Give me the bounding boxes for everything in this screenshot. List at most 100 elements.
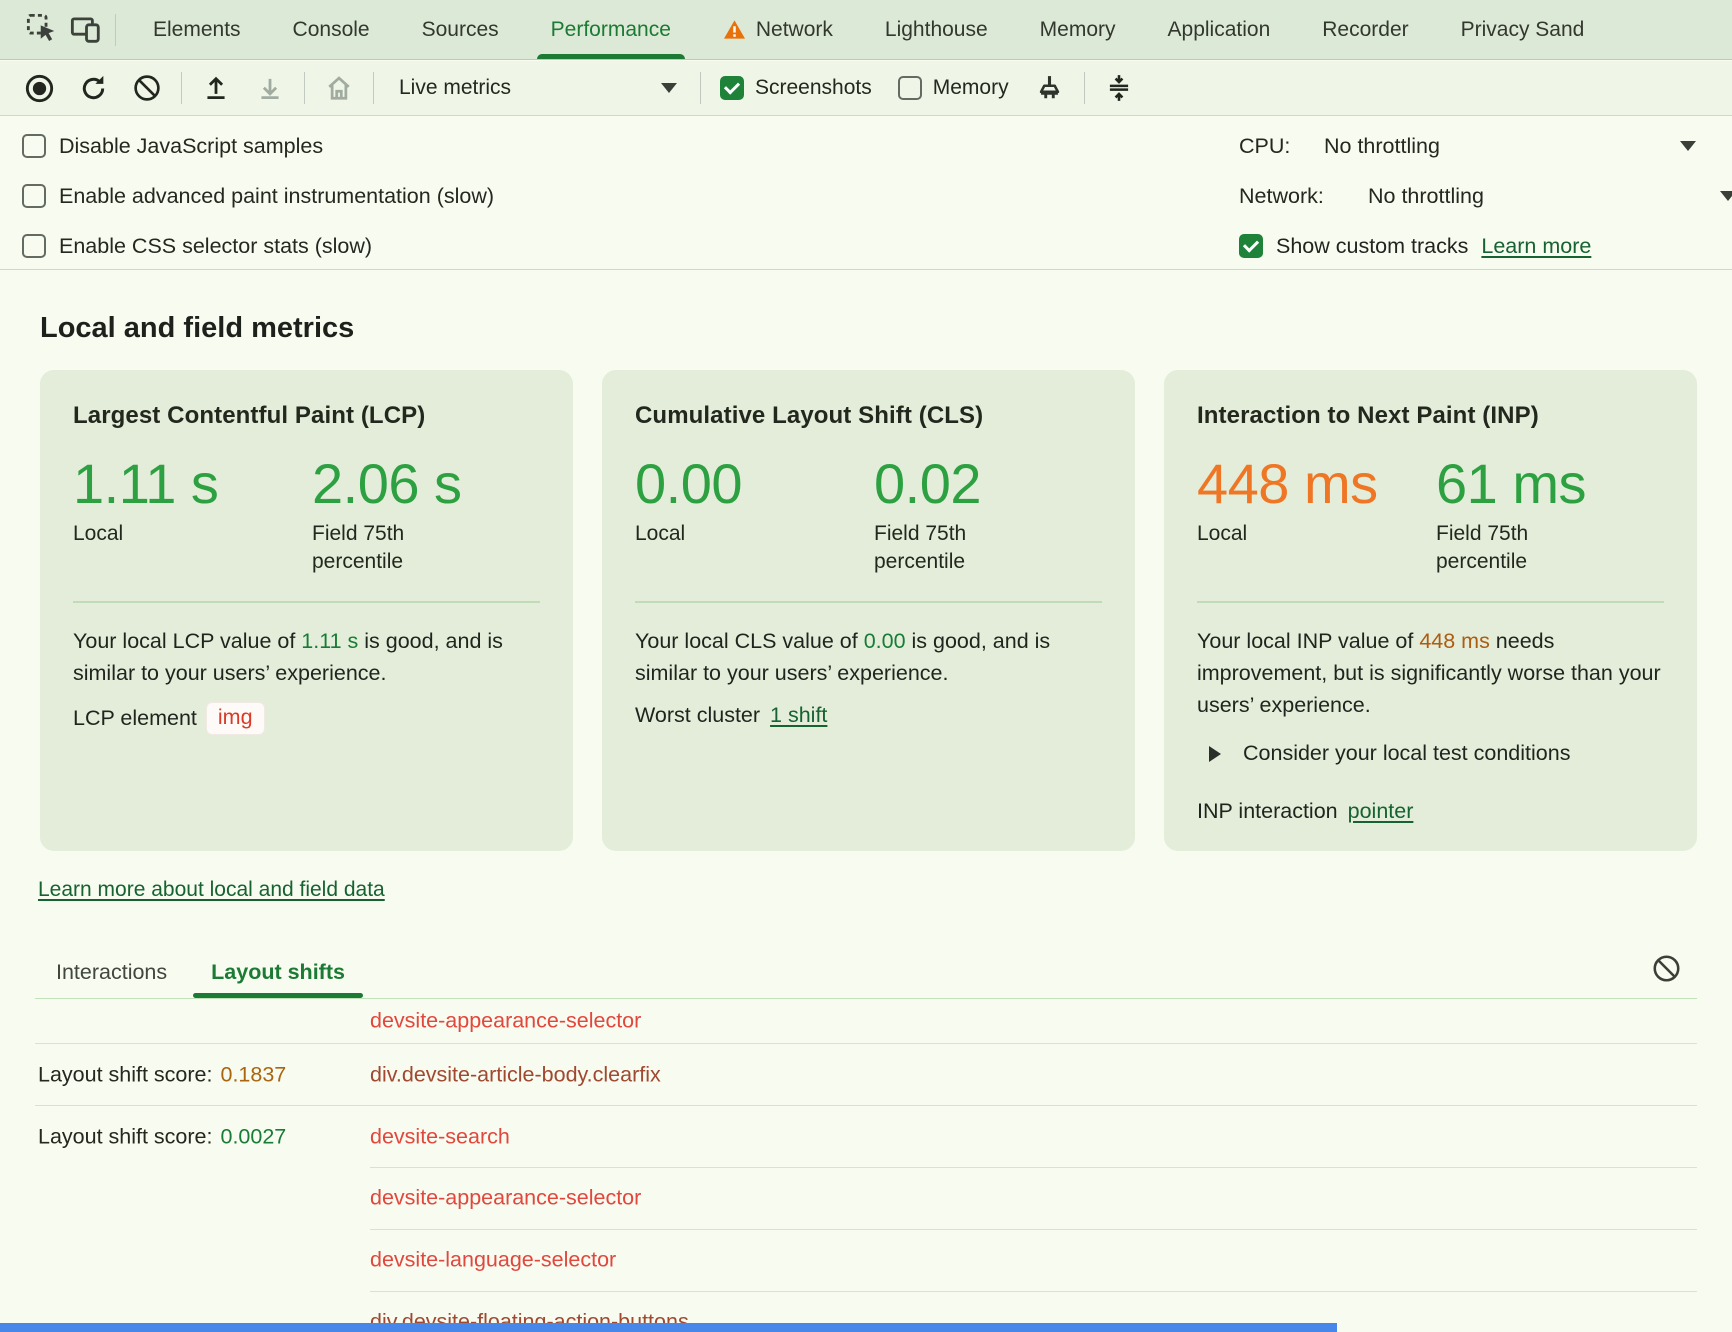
reload-and-record-button[interactable] (66, 65, 120, 111)
option-row-enable-advanced-paint-instrumentation-slow-: Enable advanced paint instrumentation (s… (22, 171, 494, 221)
home-button[interactable] (312, 65, 366, 111)
shifted-element-link[interactable]: devsite-appearance-selector (370, 1186, 641, 1211)
cpu-throttling-select[interactable]: No throttling (1324, 134, 1440, 159)
log-tab-strip: Interactions Layout shifts (35, 902, 1697, 999)
cls-worst-cluster-row: Worst cluster 1 shift (635, 703, 1102, 728)
custom-tracks-learn-more-link[interactable]: Learn more (1481, 234, 1591, 259)
score-label: Layout shift score: (38, 1124, 212, 1148)
lcp-card-title: Largest Contentful Paint (LCP) (73, 402, 540, 430)
capture-option-checkboxes: Disable JavaScript samples Enable advance… (22, 121, 494, 271)
divider (373, 72, 374, 104)
cpu-throttling-row: CPU: No throttling (1239, 121, 1732, 171)
memory-checkbox[interactable] (898, 76, 922, 100)
devtools-tab-performance[interactable]: Performance (525, 0, 697, 59)
devtools-tab-elements[interactable]: Elements (127, 0, 267, 59)
disable-javascript-samples-checkbox[interactable] (22, 134, 46, 158)
collapse-icon (1104, 73, 1134, 103)
lcp-field-value: 2.06 s (312, 455, 551, 513)
score-value: 0.0027 (220, 1124, 286, 1148)
enable-css-selector-stats-slow--checkbox[interactable] (22, 234, 46, 258)
inp-interaction-link[interactable]: pointer (1348, 799, 1414, 824)
cls-local-value: 0.00 (635, 455, 874, 513)
lcp-element-chip[interactable]: img (207, 703, 264, 734)
enable-advanced-paint-instrumentation-slow--checkbox[interactable] (22, 184, 46, 208)
disclosure-triangle-icon (1209, 746, 1221, 762)
record-icon (24, 73, 55, 104)
network-throttling-select[interactable]: No throttling (1368, 184, 1484, 209)
screenshots-toggle[interactable]: Screenshots (720, 76, 872, 100)
card-divider (73, 601, 540, 603)
lcp-local-label: Local (73, 520, 191, 548)
tab-label: Lighthouse (885, 18, 988, 42)
log-tab-interactions[interactable]: Interactions (56, 960, 167, 998)
devtools-tab-memory[interactable]: Memory (1014, 0, 1142, 59)
bottom-page-bar (0, 1323, 1337, 1332)
devtools-tab-application[interactable]: Application (1142, 0, 1297, 59)
collapse-sections-button[interactable] (1092, 65, 1146, 111)
card-divider (1197, 601, 1664, 603)
devtools-tab-recorder[interactable]: Recorder (1296, 0, 1434, 59)
consider-local-conditions-label: Consider your local test conditions (1243, 741, 1570, 766)
throttling-options: CPU: No throttling Network: No throttlin… (1239, 121, 1732, 271)
layout-shifts-list: devsite-appearance-selector Layout shift … (35, 999, 1697, 1332)
lcp-values: 1.11 s Local 2.06 s Field 75th percentil… (73, 455, 540, 576)
screenshots-checkbox[interactable] (720, 76, 744, 100)
option-label: Disable JavaScript samples (59, 134, 323, 159)
tab-label: Sources (422, 18, 499, 42)
devtools-window: Elements Console Sources Performance Networ… (0, 0, 1732, 1332)
inp-values: 448 ms Local 61 ms Field 75th percentile (1197, 455, 1664, 576)
layout-shift-score: Layout shift score: 0.0027 (38, 1124, 286, 1149)
score-value: 0.1837 (220, 1062, 286, 1086)
inp-value-highlight: 448 ms (1419, 629, 1490, 653)
clear-log-button[interactable] (1648, 950, 1684, 986)
lcp-element-row: LCP element img (73, 703, 540, 734)
cls-field-value: 0.02 (874, 455, 1113, 513)
layout-shift-row: Layout shift score: 0.1837 div.devsite-art… (35, 1043, 1697, 1105)
chevron-down-icon (1720, 191, 1732, 201)
learn-more-local-field-link[interactable]: Learn more about local and field data (38, 878, 385, 902)
inp-interaction-label: INP interaction (1197, 799, 1338, 824)
devtools-tab-lighthouse[interactable]: Lighthouse (859, 0, 1014, 59)
option-label: Enable CSS selector stats (slow) (59, 234, 372, 259)
layout-shift-row: devsite-appearance-selector (35, 1167, 1697, 1229)
option-row-enable-css-selector-stats-slow-: Enable CSS selector stats (slow) (22, 221, 494, 271)
shifted-element-link[interactable]: div.devsite-article-body.clearfix (370, 1062, 661, 1087)
screenshots-label: Screenshots (755, 76, 872, 100)
home-icon (323, 72, 355, 104)
devtools-tab-console[interactable]: Console (267, 0, 396, 59)
toggle-device-toolbar-button[interactable] (64, 8, 108, 52)
layout-shift-score: Layout shift score: 0.1837 (38, 1062, 286, 1087)
clear-button[interactable] (120, 65, 174, 111)
devtools-tab-privacy-sand[interactable]: Privacy Sand (1435, 0, 1611, 59)
tab-label: Memory (1040, 18, 1116, 42)
consider-local-conditions-disclosure[interactable]: Consider your local test conditions (1197, 741, 1664, 766)
save-profile-button[interactable] (243, 65, 297, 111)
log-tab-layout-shifts[interactable]: Layout shifts (211, 960, 345, 998)
load-profile-button[interactable] (189, 65, 243, 111)
divider (700, 72, 701, 104)
network-label: Network: (1239, 184, 1368, 209)
shifted-element-link[interactable]: devsite-search (370, 1124, 510, 1149)
inspect-element-button[interactable] (20, 8, 64, 52)
record-button[interactable] (12, 65, 66, 111)
tab-label: Elements (153, 18, 241, 42)
devtools-tab-sources[interactable]: Sources (396, 0, 525, 59)
inp-description: Your local INP value of 448 ms needs imp… (1197, 625, 1664, 721)
inp-local-label: Local (1197, 520, 1315, 548)
shifted-element-link[interactable]: devsite-language-selector (370, 1248, 616, 1273)
inp-interaction-row: INP interaction pointer (1197, 799, 1664, 824)
layout-shift-row: Layout shift score: 0.0027 devsite-search (35, 1105, 1697, 1167)
cls-card-title: Cumulative Layout Shift (CLS) (635, 402, 1102, 430)
gc-button[interactable] (1023, 65, 1077, 111)
worst-cluster-link[interactable]: 1 shift (770, 703, 827, 728)
shifted-element-link[interactable]: devsite-appearance-selector (370, 1009, 641, 1034)
show-custom-tracks-checkbox[interactable] (1239, 234, 1263, 258)
panel-mode-select[interactable]: Live metrics (381, 65, 693, 111)
score-label: Layout shift score: (38, 1062, 212, 1086)
panel-mode-label: Live metrics (399, 76, 511, 100)
devtools-tabbar: Elements Console Sources Performance Networ… (0, 0, 1732, 60)
devtools-tab-network[interactable]: Network (697, 0, 859, 59)
layout-shift-row: devsite-appearance-selector (35, 999, 1697, 1043)
inp-field-label: Field 75th percentile (1436, 520, 1554, 576)
memory-toggle[interactable]: Memory (898, 76, 1009, 100)
